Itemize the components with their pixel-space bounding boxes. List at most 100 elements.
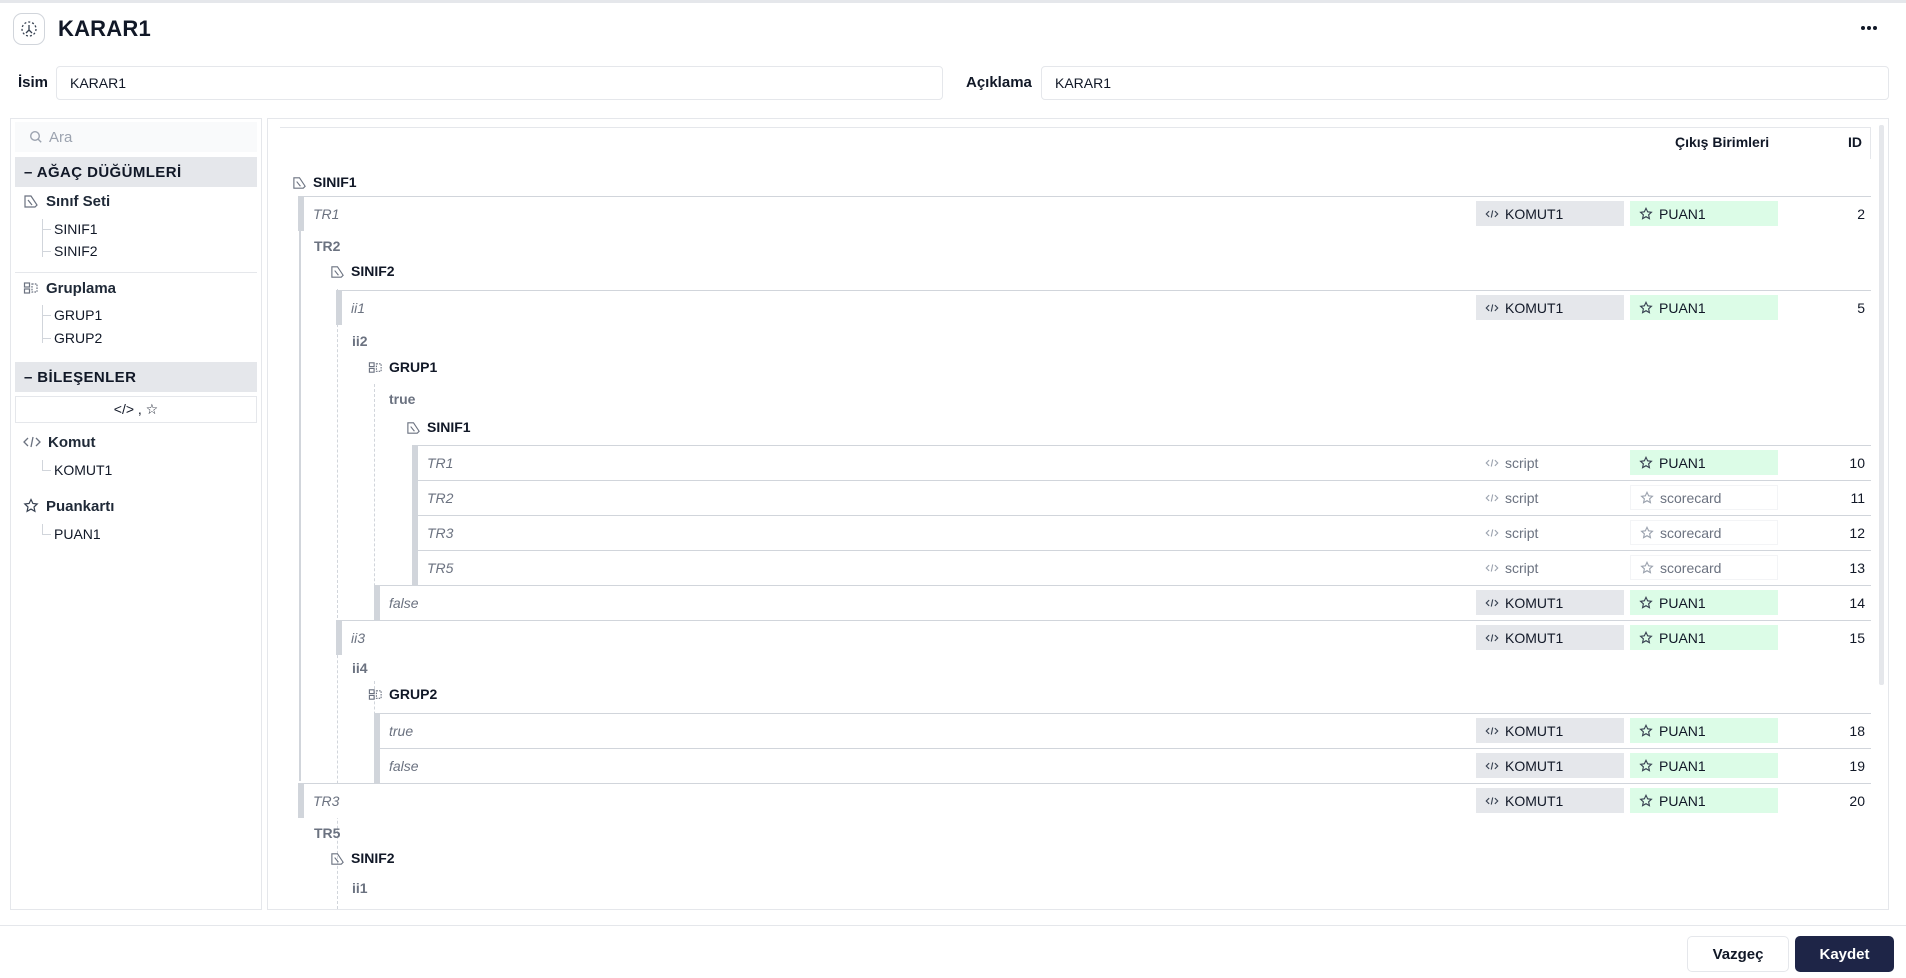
command-chip[interactable]: KOMUT1 bbox=[1476, 295, 1624, 320]
chip-label: KOMUT1 bbox=[1505, 629, 1564, 646]
scorecard-chip[interactable]: PUAN1 bbox=[1630, 625, 1778, 650]
code-icon bbox=[1485, 796, 1499, 805]
row-label: TR2 bbox=[427, 490, 454, 506]
tree-row[interactable]: TR1 KOMUT1 PUAN1 2 bbox=[298, 196, 1871, 231]
chip-label: script bbox=[1505, 524, 1539, 541]
scorecard-chip[interactable]: PUAN1 bbox=[1630, 590, 1778, 615]
command-group[interactable]: Komut bbox=[23, 431, 96, 453]
tree-node-sinif2[interactable]: SINIF2 bbox=[330, 850, 395, 866]
command-chip[interactable]: KOMUT1 bbox=[1476, 590, 1624, 615]
tree-row[interactable]: TR5 script scorecard 13 bbox=[412, 550, 1871, 585]
scorecard-chip[interactable]: PUAN1 bbox=[1630, 201, 1778, 226]
scorecard-chip-empty[interactable]: scorecard bbox=[1630, 555, 1778, 580]
scorecard-chip[interactable]: PUAN1 bbox=[1630, 295, 1778, 320]
star-icon bbox=[1640, 560, 1654, 574]
class-set-group[interactable]: Sınıf Seti bbox=[23, 190, 110, 212]
group-item-grup1[interactable]: GRUP1 bbox=[41, 305, 102, 325]
row-label: true bbox=[389, 723, 414, 739]
scorecard-chip-empty[interactable]: scorecard bbox=[1630, 485, 1778, 510]
tree-node-sinif1[interactable]: SINIF1 bbox=[406, 419, 471, 435]
command-chip-empty[interactable]: script bbox=[1476, 520, 1624, 545]
class-item-sinif1[interactable]: SINIF1 bbox=[41, 219, 98, 239]
grouping-group[interactable]: Gruplama bbox=[23, 277, 116, 299]
search-icon bbox=[29, 130, 42, 143]
scorecard-chip[interactable]: PUAN1 bbox=[1630, 718, 1778, 743]
page-header: KARAR1 bbox=[0, 3, 1906, 55]
star-icon bbox=[1639, 300, 1653, 314]
row-id: 12 bbox=[1849, 525, 1865, 541]
cancel-button[interactable]: Vazgeç bbox=[1687, 936, 1789, 972]
chip-label: PUAN1 bbox=[1659, 792, 1706, 809]
command-chip-empty[interactable]: script bbox=[1476, 450, 1624, 475]
grouping-icon bbox=[368, 361, 382, 373]
command-chip-empty[interactable]: script bbox=[1476, 485, 1624, 510]
branch-label: TR5 bbox=[314, 825, 341, 841]
chip-label: KOMUT1 bbox=[1505, 594, 1564, 611]
footer-bar: Vazgeç Kaydet bbox=[0, 925, 1906, 978]
chip-label: KOMUT1 bbox=[1505, 299, 1564, 316]
star-icon bbox=[1639, 455, 1653, 469]
name-input[interactable] bbox=[56, 66, 943, 100]
code-icon bbox=[1485, 458, 1499, 467]
command-item-komut1[interactable]: KOMUT1 bbox=[41, 460, 112, 480]
search-input[interactable] bbox=[49, 128, 249, 146]
row-id: 13 bbox=[1849, 560, 1865, 576]
code-icon bbox=[1485, 493, 1499, 502]
scorecard-chip-empty[interactable]: scorecard bbox=[1630, 520, 1778, 545]
command-chip[interactable]: KOMUT1 bbox=[1476, 753, 1624, 778]
code-icon bbox=[1485, 563, 1499, 572]
command-chip-empty[interactable]: script bbox=[1476, 555, 1624, 580]
command-chip[interactable]: KOMUT1 bbox=[1476, 201, 1624, 226]
code-icon bbox=[1485, 528, 1499, 537]
star-icon bbox=[1640, 525, 1654, 539]
tree-row[interactable]: false KOMUT1 PUAN1 14 bbox=[374, 585, 1871, 620]
class-item-sinif2[interactable]: SINIF2 bbox=[41, 241, 98, 261]
star-icon bbox=[1639, 206, 1653, 220]
chip-label: KOMUT1 bbox=[1505, 722, 1564, 739]
command-chip[interactable]: KOMUT1 bbox=[1476, 625, 1624, 650]
tree-node-grup1[interactable]: GRUP1 bbox=[368, 359, 437, 375]
tree-row[interactable]: TR3 KOMUT1 PUAN1 20 bbox=[298, 783, 1871, 818]
command-chip[interactable]: KOMUT1 bbox=[1476, 718, 1624, 743]
save-button[interactable]: Kaydet bbox=[1795, 936, 1894, 972]
class-set-icon bbox=[24, 195, 38, 208]
star-icon bbox=[23, 498, 39, 513]
code-icon bbox=[23, 436, 41, 448]
tree-row[interactable]: ii1 KOMUT1 PUAN1 5 bbox=[336, 290, 1871, 325]
scorecard-group[interactable]: Puankartı bbox=[23, 495, 114, 517]
decision-tree-panel: Çıkış Birimleri ID SINIF1 TR1 KOMUT1 PUA… bbox=[267, 118, 1889, 910]
decision-tree-icon[interactable] bbox=[13, 13, 45, 45]
row-label: TR5 bbox=[427, 560, 454, 576]
tree-row[interactable]: TR3 script scorecard 12 bbox=[412, 515, 1871, 550]
tree-node-sinif1[interactable]: SINIF1 bbox=[292, 174, 357, 190]
group-item-grup2[interactable]: GRUP2 bbox=[41, 328, 102, 348]
star-icon bbox=[1639, 793, 1653, 807]
tree-node-sinif2[interactable]: SINIF2 bbox=[330, 263, 395, 279]
row-label: false bbox=[389, 595, 419, 611]
scrollbar[interactable] bbox=[1879, 125, 1884, 685]
grouping-icon bbox=[368, 688, 382, 700]
row-id: 10 bbox=[1849, 455, 1865, 471]
tree-row[interactable]: TR2 script scorecard 11 bbox=[412, 480, 1871, 515]
tree-node-grup2[interactable]: GRUP2 bbox=[368, 686, 437, 702]
code-icon bbox=[1485, 726, 1499, 735]
tree-row[interactable]: TR1 script PUAN1 10 bbox=[412, 445, 1871, 480]
scorecard-chip[interactable]: PUAN1 bbox=[1630, 788, 1778, 813]
scorecard-chip[interactable]: PUAN1 bbox=[1630, 450, 1778, 475]
command-chip[interactable]: KOMUT1 bbox=[1476, 788, 1624, 813]
row-label: false bbox=[389, 758, 419, 774]
scorecard-item-puan1[interactable]: PUAN1 bbox=[41, 524, 101, 544]
search-box[interactable] bbox=[15, 122, 257, 152]
star-icon bbox=[1639, 758, 1653, 772]
tree-row[interactable]: true KOMUT1 PUAN1 18 bbox=[374, 713, 1871, 748]
tree-row[interactable]: false KOMUT1 PUAN1 19 bbox=[374, 748, 1871, 783]
more-options-icon[interactable] bbox=[1854, 13, 1884, 43]
components-section[interactable]: – BİLEŞENLER bbox=[15, 362, 257, 392]
scorecard-label: Puankartı bbox=[46, 497, 115, 515]
tree-nodes-section[interactable]: – AĞAÇ DÜĞÜMLERİ bbox=[15, 157, 257, 187]
tree-row[interactable]: ii3 KOMUT1 PUAN1 15 bbox=[336, 620, 1871, 655]
description-input[interactable] bbox=[1041, 66, 1889, 100]
branch-label: ii2 bbox=[352, 333, 368, 349]
scorecard-chip[interactable]: PUAN1 bbox=[1630, 753, 1778, 778]
component-filter[interactable]: </> , ☆ bbox=[15, 396, 257, 423]
